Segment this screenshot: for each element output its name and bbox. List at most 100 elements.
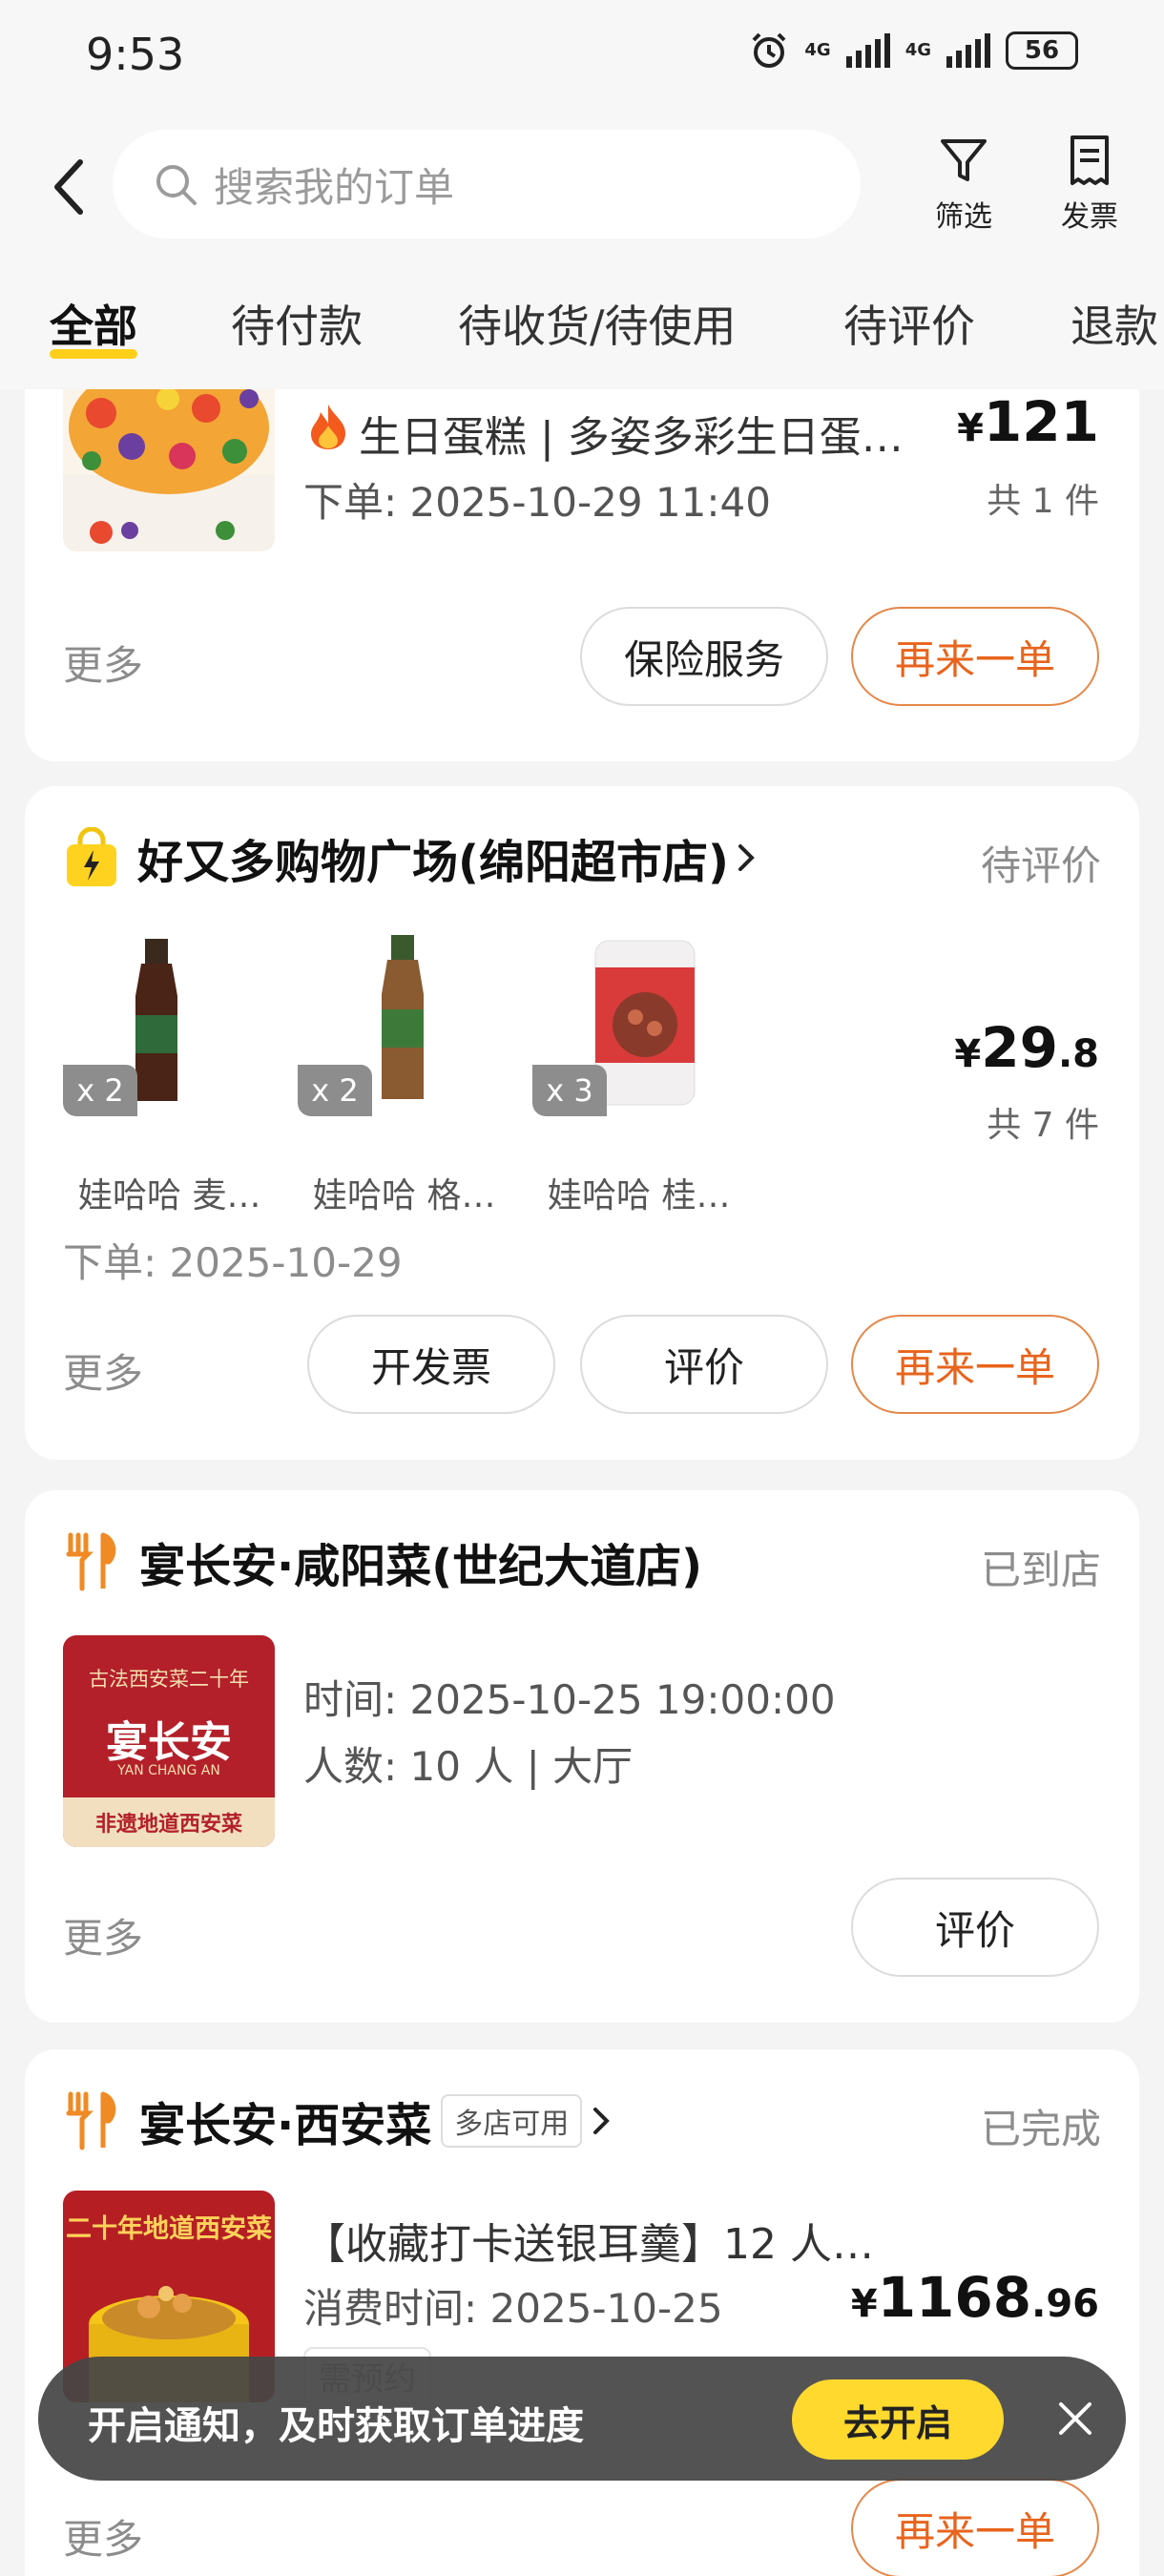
order-price: ¥29.8 xyxy=(954,1015,1099,1080)
battery-level: 56 xyxy=(1024,36,1060,65)
invoice-icon xyxy=(1070,135,1109,185)
product-image[interactable]: x 3 xyxy=(532,929,744,1116)
search-icon xyxy=(156,165,197,205)
more-link[interactable]: 更多 xyxy=(63,1341,143,1400)
order-status: 待评价 xyxy=(980,842,1101,889)
chevron-right-icon xyxy=(593,2108,611,2134)
tab-pending-delivery[interactable]: 待收货/待使用 xyxy=(458,292,737,355)
thumb-text-top: 古法西安菜二十年 xyxy=(89,1668,249,1691)
item-count: 共 1 件 xyxy=(987,482,1099,521)
order-card[interactable]: 生日蛋糕 | 多姿多彩生日蛋… 下单: 2025-10-29 11:40 ¥12… xyxy=(25,389,1139,761)
more-link[interactable]: 更多 xyxy=(63,1906,143,1964)
signal-icon xyxy=(845,33,890,68)
back-icon[interactable] xyxy=(50,158,88,216)
order-time: 下单: 2025-10-29 xyxy=(63,1239,403,1286)
invoice-label: 发票 xyxy=(1061,200,1118,234)
product-image[interactable]: x 2 xyxy=(63,929,275,1116)
order-card[interactable]: 宴长安·咸阳菜(世纪大道店) 已到店 古法西安菜二十年 宴长安 YAN CHAN… xyxy=(25,1490,1139,2023)
order-price: ¥121 xyxy=(957,389,1099,454)
status-bar: 9:53 4G 4G 56 xyxy=(0,0,1164,113)
shop-row[interactable]: 好又多购物广场(绵阳超市店) xyxy=(63,824,759,891)
cake-image xyxy=(63,389,275,551)
header: 搜索我的订单 筛选 发票 xyxy=(0,113,1164,256)
product-image[interactable]: x 2 xyxy=(298,929,509,1116)
restaurant-image[interactable]: 古法西安菜二十年 宴长安 YAN CHANG AN 非遗地道西安菜 xyxy=(63,1635,275,1847)
tab-active-indicator xyxy=(50,349,137,359)
search-placeholder: 搜索我的订单 xyxy=(214,163,455,211)
reorder-button[interactable]: 再来一单 xyxy=(851,607,1099,706)
fire-icon xyxy=(311,405,345,449)
tab-all[interactable]: 全部 xyxy=(50,292,137,355)
reservation-time: 时间: 2025-10-25 19:00:00 xyxy=(303,1676,836,1723)
thumb-logo-en: YAN CHANG AN xyxy=(117,1763,220,1778)
tab-pending-payment[interactable]: 待付款 xyxy=(231,292,363,355)
filter-label: 筛选 xyxy=(935,200,992,234)
price-decimal: .8 xyxy=(1057,1032,1099,1076)
shop-tag: 多店可用 xyxy=(441,2094,583,2148)
enable-notification-button[interactable]: 去开启 xyxy=(792,2379,1004,2460)
reorder-button[interactable]: 再来一单 xyxy=(851,1315,1099,1414)
order-tabs: 全部 待付款 待收货/待使用 待评价 退款 xyxy=(0,256,1164,389)
restaurant-icon xyxy=(66,2091,116,2150)
more-link[interactable]: 更多 xyxy=(63,634,143,692)
alarm-icon xyxy=(752,32,786,68)
tab-refund[interactable]: 退款 xyxy=(1070,292,1158,355)
insurance-button[interactable]: 保险服务 xyxy=(580,607,828,706)
notification-toast: 开启通知，及时获取订单进度 去开启 xyxy=(38,2357,1126,2481)
product-name: 娃哈哈 桂… xyxy=(548,1176,731,1215)
price-integer: 29 xyxy=(981,1015,1058,1080)
order-status: 已到店 xyxy=(980,1547,1101,1593)
shop-row[interactable]: 宴长安·西安菜 多店可用 xyxy=(63,2088,614,2154)
chevron-right-icon xyxy=(738,844,755,871)
price-currency: ¥ xyxy=(957,406,984,450)
search-input[interactable]: 搜索我的订单 xyxy=(113,130,861,239)
more-link[interactable]: 更多 xyxy=(63,2507,143,2566)
filter-icon xyxy=(941,139,987,181)
order-title[interactable]: 生日蛋糕 | 多姿多彩生日蛋… xyxy=(359,403,904,464)
shop-name[interactable]: 好又多购物广场(绵阳超市店) xyxy=(137,824,729,891)
status-icons: 4G 4G 56 xyxy=(749,31,1078,71)
thumb-text: 二十年地道西安菜 xyxy=(66,2214,272,2244)
price-decimal: .96 xyxy=(1031,2282,1099,2326)
order-status: 已完成 xyxy=(980,2106,1101,2152)
order-price: ¥1168.96 xyxy=(851,2265,1099,2330)
restaurant-icon xyxy=(66,1532,116,1591)
price-currency: ¥ xyxy=(954,1032,982,1076)
deal-title[interactable]: 【收藏打卡送银耳羹】12 人… xyxy=(303,2210,874,2271)
invoice-button[interactable]: 发票 xyxy=(1037,134,1142,235)
toast-text: 开启通知，及时获取订单进度 xyxy=(88,2404,584,2448)
reservation-people: 人数: 10 人 | 大厅 xyxy=(303,1743,634,1790)
network-type-1: 4G xyxy=(804,40,831,60)
order-card[interactable]: 好又多购物广场(绵阳超市店) 待评价 x 2 x 2 x 3 ¥29.8 共 7… xyxy=(25,786,1139,1460)
price-integer: 121 xyxy=(983,389,1099,454)
review-button[interactable]: 评价 xyxy=(580,1315,828,1414)
price-integer: 1168 xyxy=(877,2265,1032,2330)
signal-icon-2 xyxy=(946,33,990,68)
product-name: 娃哈哈 格… xyxy=(313,1176,496,1215)
reorder-button[interactable]: 再来一单 xyxy=(851,2479,1099,2576)
status-time: 9:53 xyxy=(86,29,185,80)
invoice-request-button[interactable]: 开发票 xyxy=(307,1315,555,1414)
thumb-text-bottom: 非遗地道西安菜 xyxy=(63,1797,275,1847)
item-count: 共 7 件 xyxy=(987,1106,1099,1145)
quantity-badge: x 2 xyxy=(298,1065,372,1116)
quantity-badge: x 2 xyxy=(63,1065,137,1116)
order-card[interactable]: 宴长安·西安菜 多店可用 已完成 二十年地道西安菜 【收藏打卡送银耳羹】12 人… xyxy=(25,2049,1139,2576)
price-currency: ¥ xyxy=(850,2282,878,2326)
battery-icon: 56 xyxy=(1006,31,1078,70)
shop-row[interactable]: 宴长安·咸阳菜(世纪大道店) xyxy=(63,1528,702,1595)
quantity-badge: x 3 xyxy=(532,1065,607,1116)
thumb-logo: 宴长安 xyxy=(106,1718,232,1767)
network-type-2: 4G xyxy=(904,40,931,60)
filter-button[interactable]: 筛选 xyxy=(911,134,1016,235)
tab-pending-review[interactable]: 待评价 xyxy=(843,292,975,355)
shopping-bag-icon xyxy=(67,827,116,886)
consume-time: 消费时间: 2025-10-25 xyxy=(303,2285,723,2332)
close-icon[interactable] xyxy=(1051,2395,1099,2442)
order-list[interactable]: 生日蛋糕 | 多姿多彩生日蛋… 下单: 2025-10-29 11:40 ¥12… xyxy=(0,389,1164,2576)
product-name: 娃哈哈 麦… xyxy=(78,1176,261,1215)
order-time: 下单: 2025-10-29 11:40 xyxy=(303,479,771,526)
shop-name[interactable]: 宴长安·西安菜 xyxy=(139,2088,431,2154)
shop-name[interactable]: 宴长安·咸阳菜(世纪大道店) xyxy=(139,1528,702,1595)
review-button[interactable]: 评价 xyxy=(851,1878,1099,1977)
